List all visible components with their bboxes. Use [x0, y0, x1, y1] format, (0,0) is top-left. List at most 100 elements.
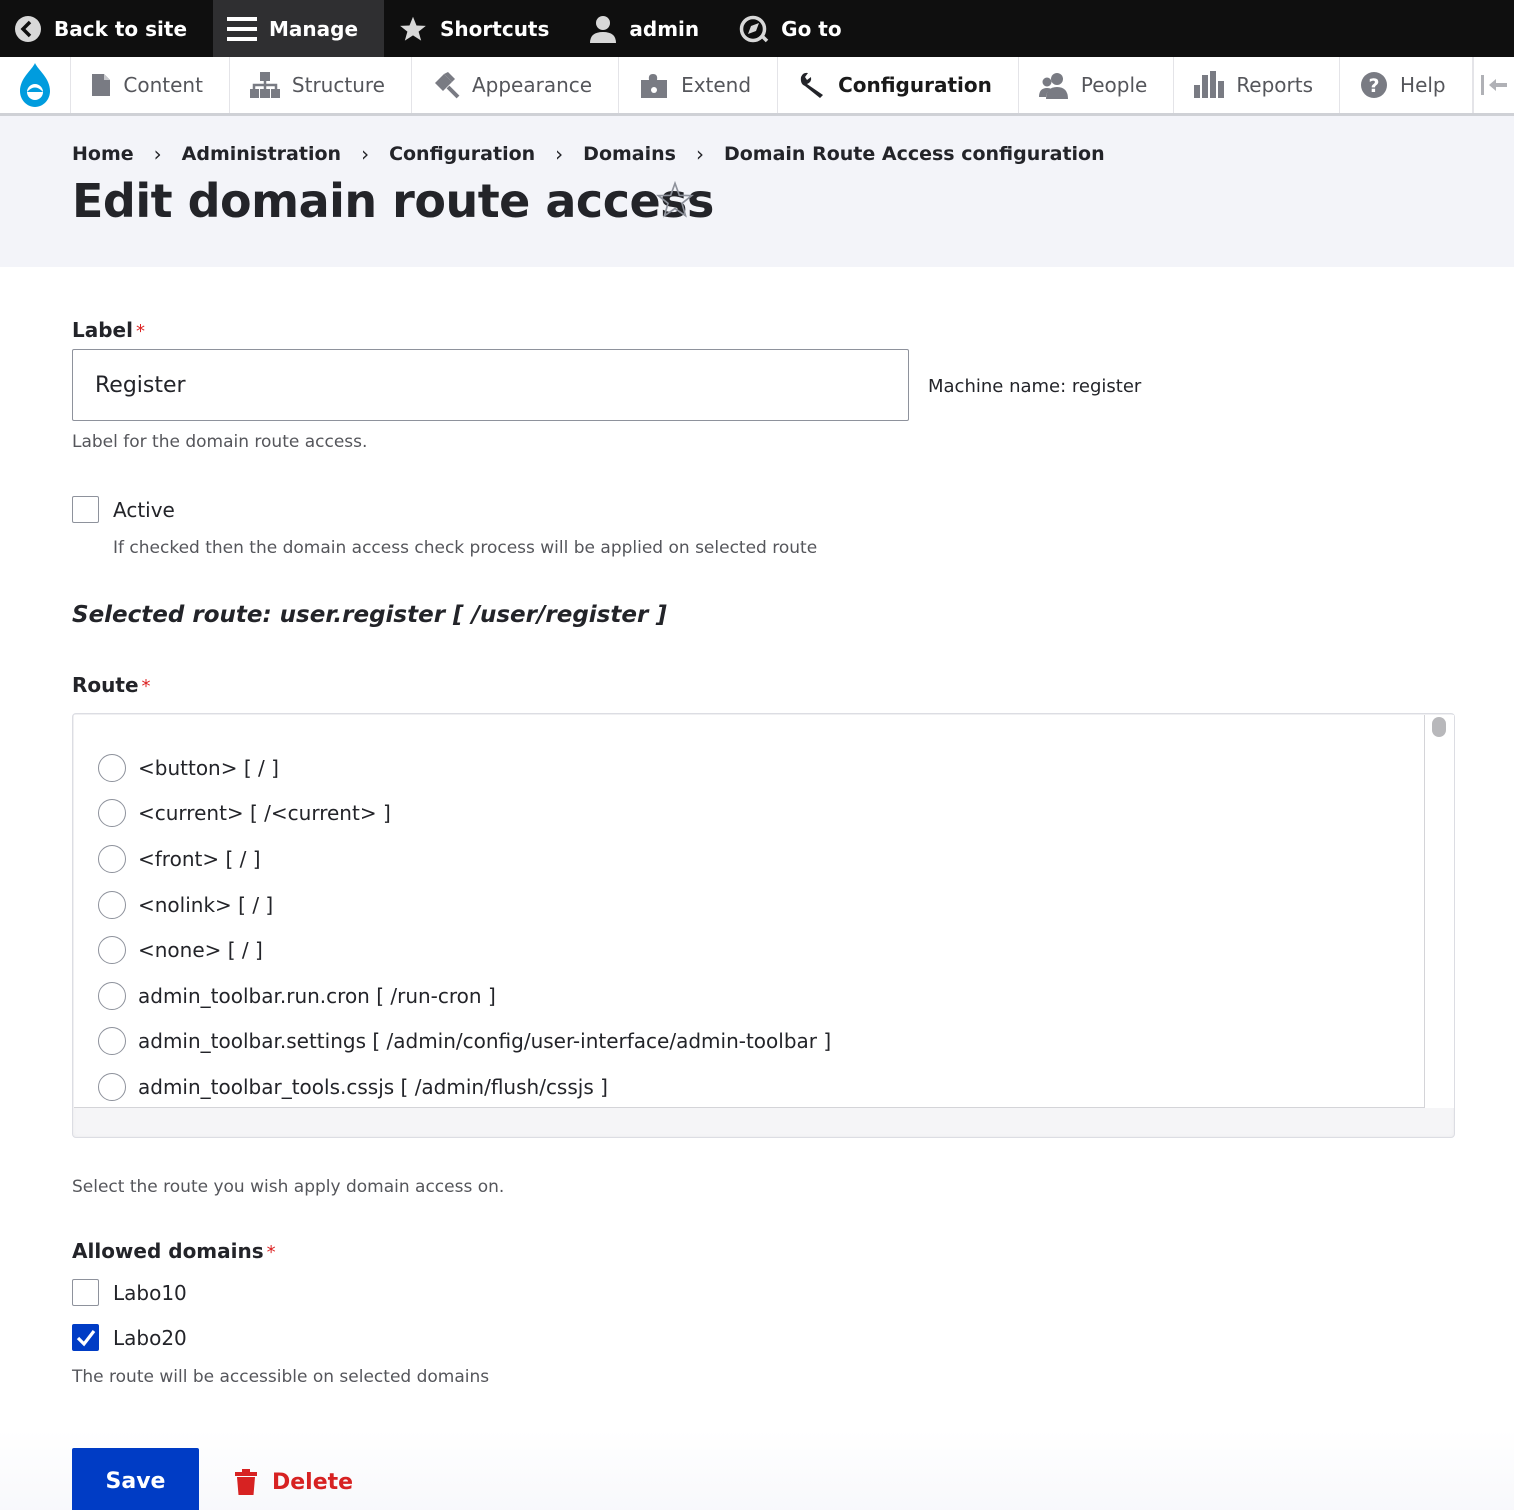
route-option[interactable]: admin_toolbar.settings [ /admin/config/u…: [98, 1026, 831, 1056]
route-radio[interactable]: [98, 891, 126, 919]
domain-checkbox-labo10[interactable]: [72, 1279, 99, 1306]
breadcrumb-separator: ›: [361, 142, 370, 166]
required-mark: *: [135, 321, 145, 342]
manage-label: Manage: [269, 16, 359, 41]
breadcrumb-administration[interactable]: Administration: [182, 143, 341, 165]
route-scrollbar-thumb[interactable]: [1432, 717, 1446, 737]
people-icon: [1038, 73, 1068, 99]
route-option[interactable]: <current> [ /<current> ]: [98, 798, 391, 828]
breadcrumb-separator: ›: [153, 142, 162, 166]
route-option-label[interactable]: <front> [ / ]: [138, 847, 261, 871]
drupal-logo[interactable]: [0, 57, 72, 113]
route-scrollbar[interactable]: [1425, 715, 1454, 1108]
required-mark: *: [141, 676, 151, 697]
admin-toolbar: Back to site Manage Shortcuts admin Go t…: [0, 0, 1514, 57]
route-option-label[interactable]: <nolink> [ / ]: [138, 893, 273, 917]
label-input[interactable]: [72, 349, 909, 421]
admin-tray: Content Structure Appearance Extend Conf…: [0, 57, 1514, 116]
route-scroll-area[interactable]: <button> [ / ] <current> [ /<current> ] …: [74, 715, 1425, 1108]
breadcrumb-configuration[interactable]: Configuration: [389, 143, 535, 165]
breadcrumb-home[interactable]: Home: [72, 143, 134, 165]
machine-name: Machine name: register: [928, 376, 1142, 397]
manage-tab[interactable]: Manage: [213, 0, 385, 57]
active-label[interactable]: Active: [113, 498, 175, 522]
wrench-icon: [800, 72, 824, 98]
domain-label-labo10[interactable]: Labo10: [113, 1281, 187, 1305]
tray-item-reports[interactable]: Reports: [1174, 57, 1341, 113]
route-option[interactable]: admin_toolbar_tools.cssjs [ /admin/flush…: [98, 1072, 608, 1102]
route-option-label[interactable]: admin_toolbar.settings [ /admin/config/u…: [138, 1029, 831, 1053]
route-radio-list: <button> [ / ] <current> [ /<current> ] …: [72, 713, 1455, 1138]
breadcrumb-domains[interactable]: Domains: [583, 143, 676, 165]
add-shortcut-star-icon[interactable]: [655, 180, 695, 224]
breadcrumb: Home › Administration › Configuration › …: [72, 142, 1105, 166]
paintbrush-icon: [434, 72, 460, 99]
tray-item-content-label: Content: [123, 73, 203, 97]
tray-item-people[interactable]: People: [1019, 57, 1175, 113]
route-radio[interactable]: [98, 799, 126, 827]
breadcrumb-domain-route-access[interactable]: Domain Route Access configuration: [724, 143, 1105, 165]
active-checkbox[interactable]: [72, 496, 99, 523]
collapse-tray-button[interactable]: [1472, 57, 1514, 113]
breadcrumb-separator: ›: [695, 142, 704, 166]
route-option-label[interactable]: <current> [ /<current> ]: [138, 801, 391, 825]
domain-label-labo20[interactable]: Labo20: [113, 1326, 187, 1350]
route-option-label[interactable]: <none> [ / ]: [138, 938, 263, 962]
route-option[interactable]: <button> [ / ]: [98, 753, 279, 783]
tray-item-appearance[interactable]: Appearance: [412, 57, 620, 113]
route-option-label[interactable]: admin_toolbar_tools.cssjs [ /admin/flush…: [138, 1075, 608, 1099]
collapse-arrow-icon: [1480, 75, 1507, 95]
back-to-site-link[interactable]: Back to site: [0, 0, 213, 57]
route-radio[interactable]: [98, 1073, 126, 1101]
svg-text:?: ?: [1369, 75, 1380, 97]
route-field-title: Route: [72, 673, 139, 697]
shortcuts-tab[interactable]: Shortcuts: [384, 0, 575, 57]
route-radio[interactable]: [98, 936, 126, 964]
route-field-label: Route *: [72, 673, 151, 697]
drupal-drop-icon: [20, 63, 51, 107]
domain-checkbox-labo20[interactable]: [72, 1324, 99, 1351]
route-radio[interactable]: [98, 845, 126, 873]
back-to-site-label: Back to site: [54, 16, 188, 41]
shortcuts-label: Shortcuts: [440, 16, 550, 41]
tray-item-reports-label: Reports: [1236, 73, 1314, 97]
route-radio[interactable]: [98, 754, 126, 782]
tray-item-configuration[interactable]: Configuration: [778, 57, 1019, 113]
route-radio[interactable]: [98, 1027, 126, 1055]
tray-item-appearance-label: Appearance: [471, 73, 593, 97]
route-option[interactable]: admin_toolbar.run.cron [ /run-cron ]: [98, 981, 496, 1011]
tray-item-content[interactable]: Content: [71, 57, 230, 113]
tray-item-help[interactable]: ? Help: [1340, 57, 1473, 113]
label-field-title: Label: [72, 318, 133, 342]
delete-label: Delete: [272, 1469, 354, 1495]
go-to-tab[interactable]: Go to: [725, 0, 867, 57]
allowed-domains-title: Allowed domains: [72, 1239, 264, 1263]
label-description: Label for the domain route access.: [72, 432, 368, 452]
active-description: If checked then the domain access check …: [113, 538, 818, 558]
route-description: Select the route you wish apply domain a…: [72, 1177, 505, 1197]
tray-item-extend-label: Extend: [681, 73, 752, 97]
route-radio[interactable]: [98, 982, 126, 1010]
route-option[interactable]: <front> [ / ]: [98, 844, 261, 874]
bar-chart-icon: [1194, 71, 1225, 98]
selected-route-heading: Selected route: user.register [ /user/re…: [72, 602, 667, 628]
route-option-label[interactable]: admin_toolbar.run.cron [ /run-cron ]: [138, 984, 496, 1008]
compass-icon: [739, 15, 769, 42]
save-button[interactable]: Save: [72, 1448, 199, 1510]
delete-button[interactable]: Delete: [234, 1469, 353, 1495]
tray-item-structure[interactable]: Structure: [230, 57, 412, 113]
route-option[interactable]: <none> [ / ]: [98, 935, 263, 965]
route-option-label[interactable]: <button> [ / ]: [138, 756, 279, 780]
tray-item-extend[interactable]: Extend: [619, 57, 779, 113]
back-arrow-icon: [15, 15, 41, 42]
user-tab[interactable]: admin: [575, 0, 725, 57]
go-to-label: Go to: [781, 16, 842, 41]
tray-item-people-label: People: [1080, 73, 1148, 97]
route-option[interactable]: <nolink> [ / ]: [98, 890, 273, 920]
checkmark-icon: [76, 1329, 95, 1346]
page-title: Edit domain route access: [72, 174, 714, 228]
help-icon: ?: [1361, 72, 1388, 98]
sitemap-icon: [249, 72, 280, 98]
file-icon: [92, 74, 111, 96]
tray-item-configuration-label: Configuration: [838, 73, 992, 97]
